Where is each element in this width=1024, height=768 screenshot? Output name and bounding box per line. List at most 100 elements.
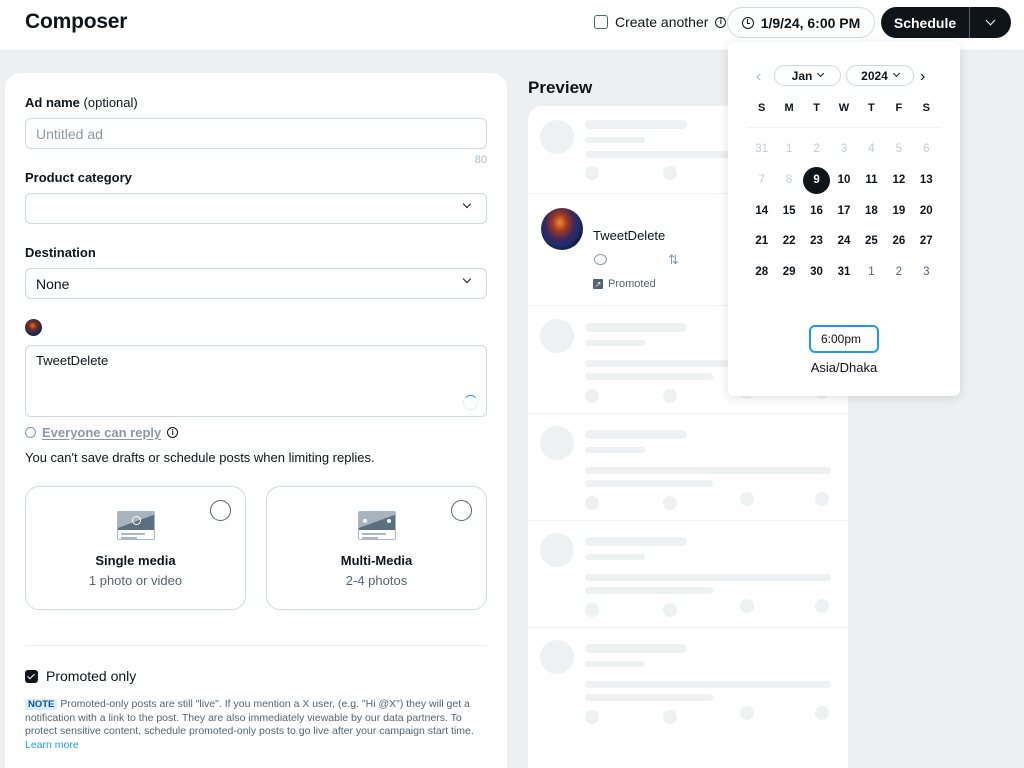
reply-setting-link[interactable]: Everyone can reply: [42, 425, 161, 440]
calendar-day[interactable]: 7: [748, 165, 775, 196]
learn-more-link[interactable]: Learn more: [25, 739, 490, 753]
calendar-day-number: 17: [837, 204, 851, 217]
chevron-down-icon: [817, 69, 825, 78]
calendar-day-selected[interactable]: 9: [803, 165, 831, 196]
year-select[interactable]: 2024: [846, 65, 914, 86]
chevron-down-icon: [462, 199, 472, 209]
schedule-datetime-button[interactable]: 1/9/24, 6:00 PM: [727, 7, 875, 38]
weekday-label: T: [868, 102, 875, 114]
year-value: 2024: [861, 68, 888, 83]
calendar-day[interactable]: 11: [858, 165, 885, 196]
calendar-day[interactable]: 27: [913, 226, 940, 257]
calendar-day[interactable]: 13: [913, 165, 940, 196]
media-option-title: Single media: [95, 553, 176, 568]
info-icon[interactable]: i: [167, 427, 179, 438]
product-category-select[interactable]: [25, 193, 487, 224]
calendar-day[interactable]: 5: [885, 134, 912, 165]
media-option-single[interactable]: Single media 1 photo or video: [25, 486, 246, 610]
weekday-label: S: [758, 102, 766, 114]
create-another-label: Create another: [615, 14, 709, 30]
calendar-day[interactable]: 30: [803, 257, 830, 288]
char-counter: 80: [474, 154, 487, 166]
media-option-subtitle: 2-4 photos: [345, 573, 408, 588]
note-badge: NOTE: [25, 699, 58, 710]
calendar-day-number: 21: [755, 235, 769, 248]
schedule-button[interactable]: Schedule: [881, 7, 969, 38]
create-another-toggle[interactable]: Create another i: [594, 14, 727, 30]
calendar-day[interactable]: 15: [775, 195, 802, 226]
calendar-day[interactable]: 1: [775, 134, 802, 165]
composer-form: Ad name (optional) Untitled ad 80 Produc…: [5, 73, 507, 768]
account-avatar[interactable]: [25, 319, 42, 336]
ad-name-placeholder: Untitled ad: [36, 125, 103, 142]
promoted-only-checkbox[interactable]: [25, 669, 38, 683]
destination-value: None: [36, 275, 70, 292]
calendar-day[interactable]: 21: [748, 226, 775, 257]
calendar-day-number: 20: [919, 204, 933, 217]
calendar-day-number: 31: [837, 266, 851, 279]
calendar-day[interactable]: 31: [830, 257, 857, 288]
calendar-day[interactable]: 8: [775, 165, 802, 196]
promoted-only-toggle[interactable]: Promoted only: [25, 668, 136, 684]
calendar-day[interactable]: 28: [748, 257, 775, 288]
calendar-day[interactable]: 25: [858, 226, 885, 257]
calendar-day[interactable]: 1: [858, 257, 885, 288]
calendar-day[interactable]: 16: [803, 195, 830, 226]
calendar-day[interactable]: 19: [885, 195, 912, 226]
promoted-label: Promoted: [608, 278, 656, 290]
calendar-day[interactable]: 4: [858, 134, 885, 165]
create-another-checkbox[interactable]: [594, 15, 608, 29]
calendar-day-number: 31: [755, 143, 769, 156]
time-value: 6:00pm: [821, 332, 862, 346]
post-text-input[interactable]: TweetDelete: [25, 345, 487, 417]
calendar-day[interactable]: 6: [913, 134, 940, 165]
divider: [25, 645, 487, 646]
media-option-title: Multi-Media: [340, 553, 413, 568]
calendar-day-number: 14: [755, 204, 769, 217]
skeleton-post: [528, 628, 848, 735]
calendar-day-number: 8: [785, 174, 793, 187]
calendar-day[interactable]: 14: [748, 195, 775, 226]
calendar-day[interactable]: 22: [775, 226, 802, 257]
calendar-day[interactable]: 31: [748, 134, 775, 165]
calendar-day[interactable]: 2: [803, 134, 830, 165]
calendar-day-number: 25: [865, 235, 878, 248]
next-month-button[interactable]: ›: [920, 68, 925, 86]
calendar-day[interactable]: 3: [913, 257, 940, 288]
calendar-day[interactable]: 18: [858, 195, 885, 226]
char-progress-ring: [463, 395, 478, 410]
previous-month-button[interactable]: ‹: [756, 68, 761, 86]
radio-button[interactable]: [210, 500, 231, 521]
calendar-day[interactable]: 24: [830, 226, 857, 257]
weekday-header: S M T W T F S: [748, 102, 940, 114]
calendar-day[interactable]: 3: [830, 134, 857, 165]
calendar-day[interactable]: 10: [830, 165, 857, 196]
calendar-day[interactable]: 26: [885, 226, 912, 257]
calendar-day[interactable]: 12: [885, 165, 912, 196]
calendar-day-number: 10: [837, 174, 851, 187]
time-input[interactable]: 6:00pm: [809, 325, 879, 353]
calendar-day-number: 3: [840, 143, 848, 156]
ad-name-input[interactable]: Untitled ad: [25, 118, 487, 149]
calendar-day[interactable]: 20: [913, 195, 940, 226]
timezone-label: Asia/Dhaka: [810, 360, 878, 375]
calendar-day-number: 5: [895, 143, 903, 156]
weekday-label: W: [838, 102, 850, 114]
calendar-day-number: 16: [810, 204, 823, 217]
weekday-label: M: [784, 102, 794, 114]
calendar-day-number: 1: [868, 266, 875, 279]
calendar-day[interactable]: 29: [775, 257, 802, 288]
media-option-multi[interactable]: Multi-Media 2-4 photos: [266, 486, 487, 610]
info-icon[interactable]: i: [715, 16, 727, 28]
calendar-day-number: 11: [865, 174, 878, 187]
calendar-day[interactable]: 23: [803, 226, 830, 257]
clock-icon: [741, 16, 754, 29]
month-select[interactable]: Jan: [774, 65, 841, 86]
calendar-day[interactable]: 17: [830, 195, 857, 226]
weekday-label: T: [813, 102, 820, 114]
destination-select[interactable]: None: [25, 268, 487, 299]
schedule-options-button[interactable]: [969, 7, 1011, 38]
calendar-day[interactable]: 2: [885, 257, 912, 288]
calendar-day-number: 2: [813, 143, 820, 156]
radio-button[interactable]: [451, 500, 472, 521]
